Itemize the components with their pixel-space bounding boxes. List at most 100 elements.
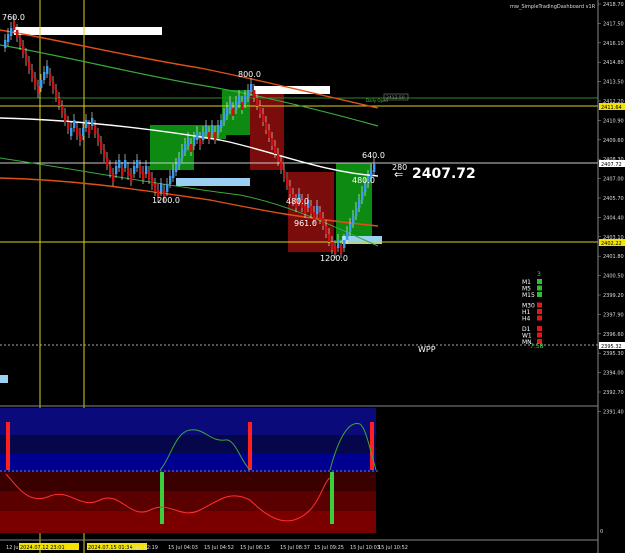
bull-candle	[211, 126, 214, 134]
label-bottom: 1200.0	[320, 254, 348, 263]
bull-candle	[169, 176, 172, 184]
bear-candle	[127, 168, 130, 176]
bull-candle	[358, 200, 361, 208]
bull-candle	[364, 184, 367, 192]
price-tick-label: 2413.50	[603, 80, 624, 86]
bull-candle	[250, 84, 253, 92]
indicator-title: mw_SimpleTradingDashboard v1R	[510, 4, 596, 10]
bear-candle	[322, 218, 325, 226]
bull-candle	[136, 160, 139, 168]
bear-candle	[328, 234, 331, 242]
bull-candle	[43, 72, 46, 80]
bear-candle	[154, 184, 157, 192]
bear-candle	[331, 242, 334, 250]
bull-candle	[118, 160, 121, 168]
bear-candle	[67, 122, 70, 130]
bull-candle	[202, 132, 205, 140]
chart-canvas[interactable]: 760.0 800.0 1200.0 640.0 480.0 480.0 961…	[0, 0, 625, 553]
bear-candle	[289, 186, 292, 194]
bear-candle	[103, 150, 106, 158]
bull-candle	[115, 166, 118, 174]
bull-candle	[343, 240, 346, 248]
bull-candle	[196, 132, 199, 140]
bull-candle	[184, 144, 187, 152]
tf-status-h4	[537, 315, 542, 321]
price-tick-label: 2414.80	[603, 60, 624, 66]
label-760: 760.0	[2, 13, 25, 22]
left-arrow-icon: ⇐	[394, 168, 403, 181]
oscillator-panel[interactable]: 0	[0, 405, 603, 535]
osc-green-bar	[160, 472, 164, 524]
tf-status-w1	[537, 332, 542, 338]
bull-candle	[133, 166, 136, 174]
price-axis[interactable]: 2418.702417.502416.102414.802413.502412.…	[597, 0, 624, 553]
wpp-label: WPP	[418, 345, 436, 354]
bull-candle	[361, 192, 364, 200]
tf-status-m1	[537, 279, 542, 284]
bear-candle	[97, 134, 100, 142]
time-tick-label: 15 Jul 09:25	[314, 545, 344, 551]
bear-candle	[277, 154, 280, 162]
bull-candle	[244, 96, 247, 104]
price-tick-label: 2417.50	[603, 21, 624, 27]
bull-candle	[355, 208, 358, 216]
label-640: 640.0	[362, 151, 385, 160]
price-tick-label: 2405.70	[603, 196, 624, 202]
bear-candle	[214, 132, 217, 140]
tf-label-m15: M15	[522, 292, 535, 299]
bear-candle	[274, 146, 277, 154]
price-tick-label: 2392.70	[603, 390, 624, 396]
price-tick-label: 2418.70	[603, 2, 624, 8]
bear-candle	[151, 178, 154, 186]
bear-candle	[286, 178, 289, 186]
time-tick-label: 2024.07.15 01:34	[88, 545, 133, 551]
bear-candle	[271, 138, 274, 146]
label-961: 961.0	[294, 219, 317, 228]
price-tick-label: 2416.10	[603, 41, 624, 47]
bull-candle	[85, 120, 88, 128]
bear-candle	[241, 102, 244, 110]
tf-top-value: 3	[537, 271, 541, 278]
time-tick-label: 15 Jul 06:15	[240, 545, 270, 551]
bull-candle	[160, 184, 163, 192]
bull-candle	[7, 34, 10, 42]
blue-zone-bar-3	[0, 375, 8, 383]
timeframe-status-panel: 3 M1M5M15M30H1H4D1W1MN7:58	[522, 271, 544, 350]
bull-candle	[346, 232, 349, 240]
time-tick-label: 15 Jul 10:52	[378, 545, 408, 551]
bull-candle	[40, 80, 43, 88]
bear-candle	[310, 206, 313, 214]
label-1200: 1200.0	[152, 196, 180, 205]
bear-candle	[31, 70, 34, 78]
bull-candle	[238, 96, 241, 104]
osc-green-bar-2	[330, 472, 334, 524]
bear-candle	[79, 134, 82, 142]
osc-red-bar	[6, 422, 10, 470]
small-price-label: 2412.50	[386, 95, 405, 101]
price-tick-label: 2410.90	[603, 118, 624, 124]
osc-axis-zero: 0	[600, 529, 603, 535]
tf-status-m5	[537, 285, 542, 291]
bull-candle	[4, 40, 7, 48]
bear-candle	[28, 62, 31, 70]
bull-candle	[181, 150, 184, 158]
bull-candle	[205, 126, 208, 134]
bull-candle	[235, 102, 238, 110]
bear-candle	[199, 138, 202, 146]
bull-candle	[220, 120, 223, 128]
bear-candle	[76, 128, 79, 136]
price-tag-level-3-text: 2395.32	[601, 344, 622, 350]
bear-candle	[88, 126, 91, 134]
osc-bg-upper-mid	[0, 435, 376, 453]
bull-candle	[175, 164, 178, 172]
bear-candle	[106, 158, 109, 166]
time-tick-label: 15 Jul 02:19	[128, 545, 158, 551]
bear-candle	[334, 246, 337, 254]
time-axis[interactable]: 12 Jul 2024.07.12 23:01 2024.07.15 01:3415…	[0, 539, 598, 551]
bear-candle	[112, 174, 115, 182]
current-price-large: 2407.72	[412, 166, 476, 182]
price-tick-label: 2401.80	[603, 254, 624, 260]
white-level-bar	[14, 27, 162, 35]
osc-red-bar-2	[248, 422, 252, 470]
bull-candle	[166, 184, 169, 192]
